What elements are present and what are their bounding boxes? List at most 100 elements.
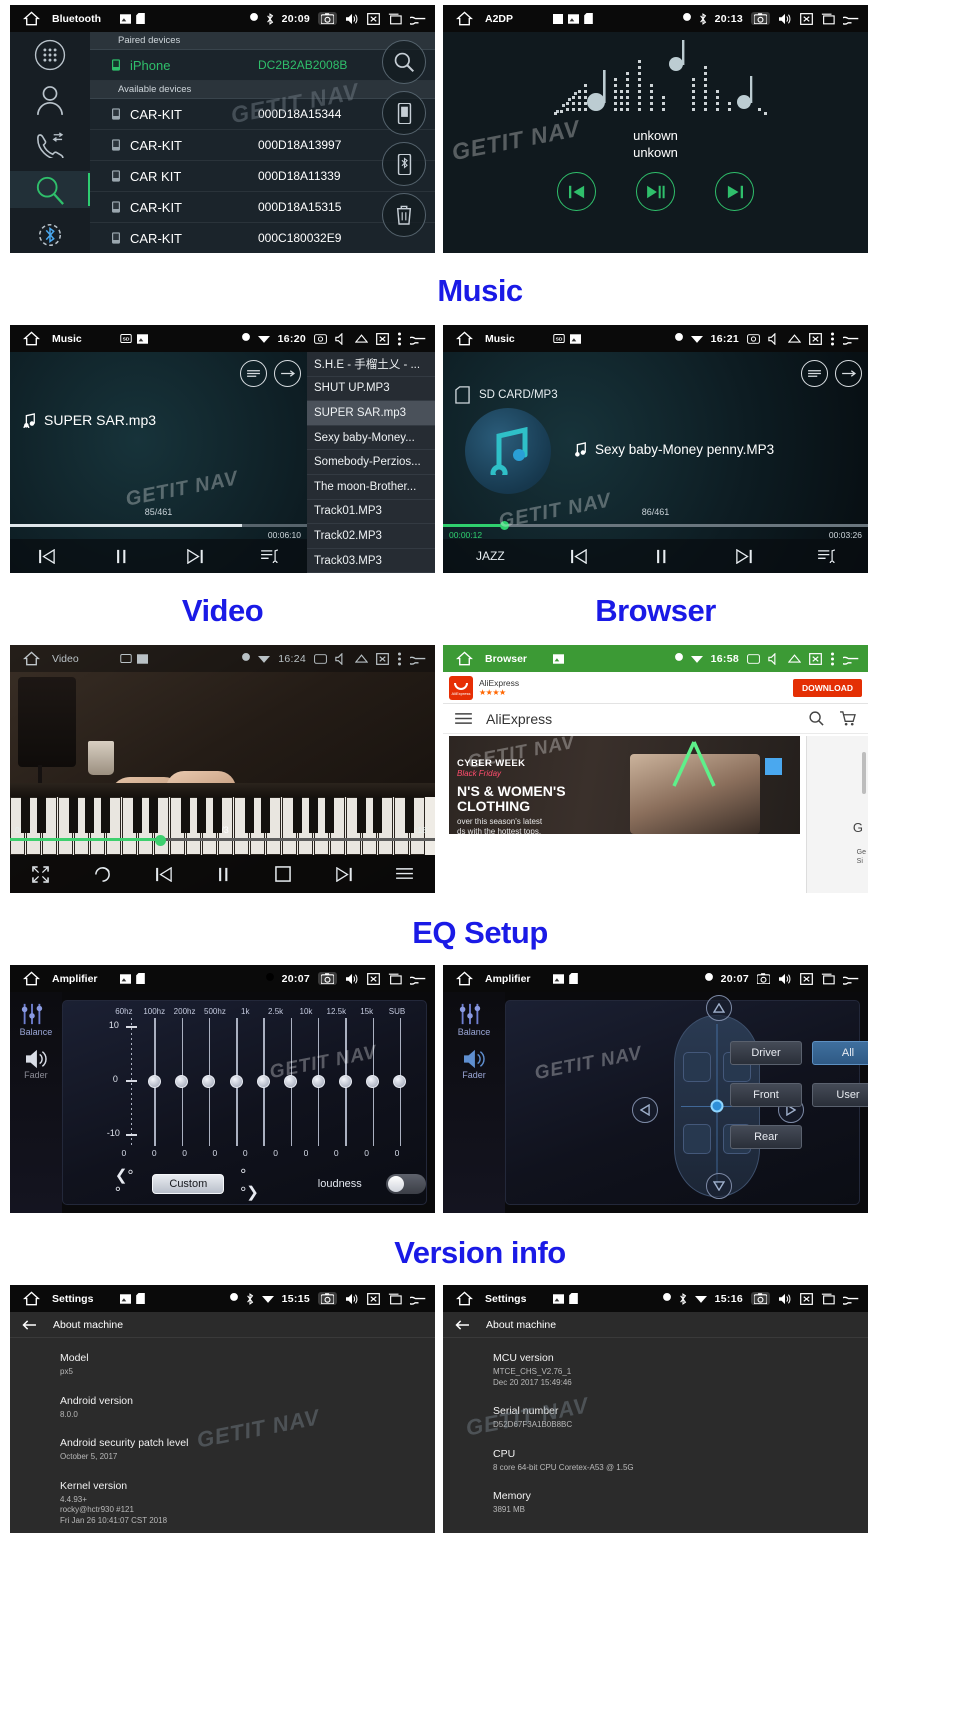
sidebar-item-search[interactable] xyxy=(10,171,90,209)
progress-knob[interactable] xyxy=(500,521,509,530)
zone-button-all[interactable]: All xyxy=(812,1041,868,1065)
list-item[interactable]: MCU version MTCE_CHS_V2.76_1 Dec 20 2017… xyxy=(493,1352,868,1388)
prev-icon[interactable] xyxy=(38,548,56,564)
eq-slider-knob[interactable] xyxy=(147,1075,161,1088)
sidebar-item-balance[interactable]: Balance xyxy=(20,1002,52,1037)
next-preset-icon[interactable]: °°❯ xyxy=(240,1166,261,1201)
volume-icon[interactable] xyxy=(768,332,780,345)
play-pause-icon[interactable] xyxy=(636,172,675,211)
home-icon[interactable] xyxy=(10,971,52,986)
eq-slider-knob[interactable] xyxy=(256,1075,270,1088)
cart-icon[interactable] xyxy=(840,711,856,726)
search-button[interactable] xyxy=(382,40,426,84)
back-arrow-icon[interactable] xyxy=(455,1319,470,1331)
list-item[interactable]: Android security patch level October 5, … xyxy=(60,1437,435,1463)
sidebar-item-apps[interactable] xyxy=(10,37,90,74)
back-icon[interactable] xyxy=(843,1293,860,1305)
zone-button-rear[interactable]: Rear xyxy=(730,1125,802,1149)
overflow-menu-icon[interactable] xyxy=(830,332,835,346)
home-icon[interactable] xyxy=(443,1291,485,1306)
list-item[interactable]: Sexy baby-Money... xyxy=(307,426,435,451)
eq-preset-label[interactable]: JAZZ xyxy=(476,549,505,563)
search-icon[interactable] xyxy=(809,711,824,726)
close-icon[interactable] xyxy=(367,1292,380,1305)
close-icon[interactable] xyxy=(367,972,380,985)
hero-banner[interactable]: CYBER WEEK Black Friday N'S & WOMEN'S CL… xyxy=(449,736,800,834)
prev-icon[interactable] xyxy=(570,548,588,564)
back-icon[interactable] xyxy=(410,333,427,345)
volume-icon[interactable] xyxy=(345,1293,359,1305)
list-item[interactable]: S.H.E - 手榴土乂 - ... xyxy=(307,352,435,377)
next-icon[interactable] xyxy=(186,548,204,564)
app-install-banner[interactable]: AliExpress AliExpress ★★★★ DOWNLOAD xyxy=(443,672,868,704)
sidebar-item-call-transfer[interactable] xyxy=(10,127,90,164)
connect-device-button[interactable] xyxy=(382,91,426,135)
eq-slider-knob[interactable] xyxy=(338,1075,352,1088)
overflow-menu-icon[interactable] xyxy=(397,652,402,666)
home-icon[interactable] xyxy=(443,971,485,986)
eq-slider-knob[interactable] xyxy=(229,1075,243,1088)
camera-icon[interactable] xyxy=(747,653,760,664)
recents-icon[interactable] xyxy=(388,973,402,985)
close-icon[interactable] xyxy=(800,972,813,985)
loudness-toggle[interactable] xyxy=(385,1173,427,1194)
bluetooth-pair-button[interactable] xyxy=(382,142,426,186)
volume-icon[interactable] xyxy=(335,652,347,665)
list-item[interactable]: Track03.MP3 xyxy=(307,549,435,573)
next-icon[interactable] xyxy=(715,172,754,211)
delete-button[interactable] xyxy=(382,193,426,237)
home-icon[interactable] xyxy=(443,11,485,26)
list-item[interactable]: Somebody-Perzios... xyxy=(307,450,435,475)
recents-icon[interactable] xyxy=(388,1293,402,1305)
list-item[interactable]: Serial number D52D67F3A1B0B8BC xyxy=(493,1405,868,1431)
recents-icon[interactable] xyxy=(821,13,835,25)
camera-icon[interactable] xyxy=(314,653,327,664)
eject-icon[interactable] xyxy=(788,653,801,664)
close-icon[interactable] xyxy=(809,652,822,665)
overflow-menu-icon[interactable] xyxy=(830,652,835,666)
next-icon[interactable] xyxy=(735,548,752,564)
hamburger-menu-icon[interactable] xyxy=(455,712,472,725)
eq-slider-knob[interactable] xyxy=(393,1075,407,1088)
sidebar-item-balance[interactable]: Balance xyxy=(458,1002,490,1037)
camera-icon[interactable] xyxy=(751,1292,770,1305)
back-icon[interactable] xyxy=(843,333,860,345)
overflow-menu-icon[interactable] xyxy=(397,332,402,346)
home-icon[interactable] xyxy=(10,11,52,26)
back-icon[interactable] xyxy=(843,13,860,25)
list-item[interactable]: Android version 8.0.0 xyxy=(60,1395,435,1421)
playlist-mode-icon[interactable] xyxy=(801,360,828,387)
prev-icon[interactable] xyxy=(155,866,173,882)
volume-icon[interactable] xyxy=(345,973,359,985)
back-icon[interactable] xyxy=(410,653,427,665)
camera-icon[interactable] xyxy=(318,12,337,25)
volume-icon[interactable] xyxy=(778,973,792,985)
repeat-mode-icon[interactable] xyxy=(274,360,301,387)
eject-icon[interactable] xyxy=(355,653,368,664)
music-playlist[interactable]: S.H.E - 手榴土乂 - ... SHUT UP.MP3 SUPER SAR… xyxy=(307,352,435,573)
eq-slider-knob[interactable] xyxy=(311,1075,325,1088)
playlist-icon[interactable] xyxy=(261,549,279,563)
eq-slider-knob[interactable] xyxy=(366,1075,380,1088)
pause-icon[interactable] xyxy=(114,549,129,564)
close-icon[interactable] xyxy=(376,332,389,345)
prev-icon[interactable] xyxy=(557,172,596,211)
list-item[interactable]: Track01.MP3 xyxy=(307,500,435,525)
down-arrow-icon[interactable] xyxy=(706,1173,732,1199)
eq-slider-knob[interactable] xyxy=(284,1075,298,1088)
list-item-selected[interactable]: SUPER SAR.mp3 xyxy=(307,401,435,426)
sidebar-item-fader[interactable]: Fader xyxy=(24,1049,48,1080)
sidebar-item-bluetooth-settings[interactable] xyxy=(10,216,90,253)
camera-icon[interactable] xyxy=(751,12,770,25)
volume-icon[interactable] xyxy=(778,1293,792,1305)
camera-icon[interactable] xyxy=(757,973,770,984)
close-icon[interactable] xyxy=(800,1292,813,1305)
list-item[interactable]: Model px5 xyxy=(60,1352,435,1378)
eject-icon[interactable] xyxy=(788,333,801,344)
camera-icon[interactable] xyxy=(318,972,337,985)
pause-icon[interactable] xyxy=(654,549,669,564)
list-item[interactable]: Track02.MP3 xyxy=(307,524,435,549)
scrollbar[interactable] xyxy=(862,752,866,794)
sidebar-item-fader[interactable]: Fader xyxy=(462,1049,486,1080)
home-icon[interactable] xyxy=(10,331,52,346)
